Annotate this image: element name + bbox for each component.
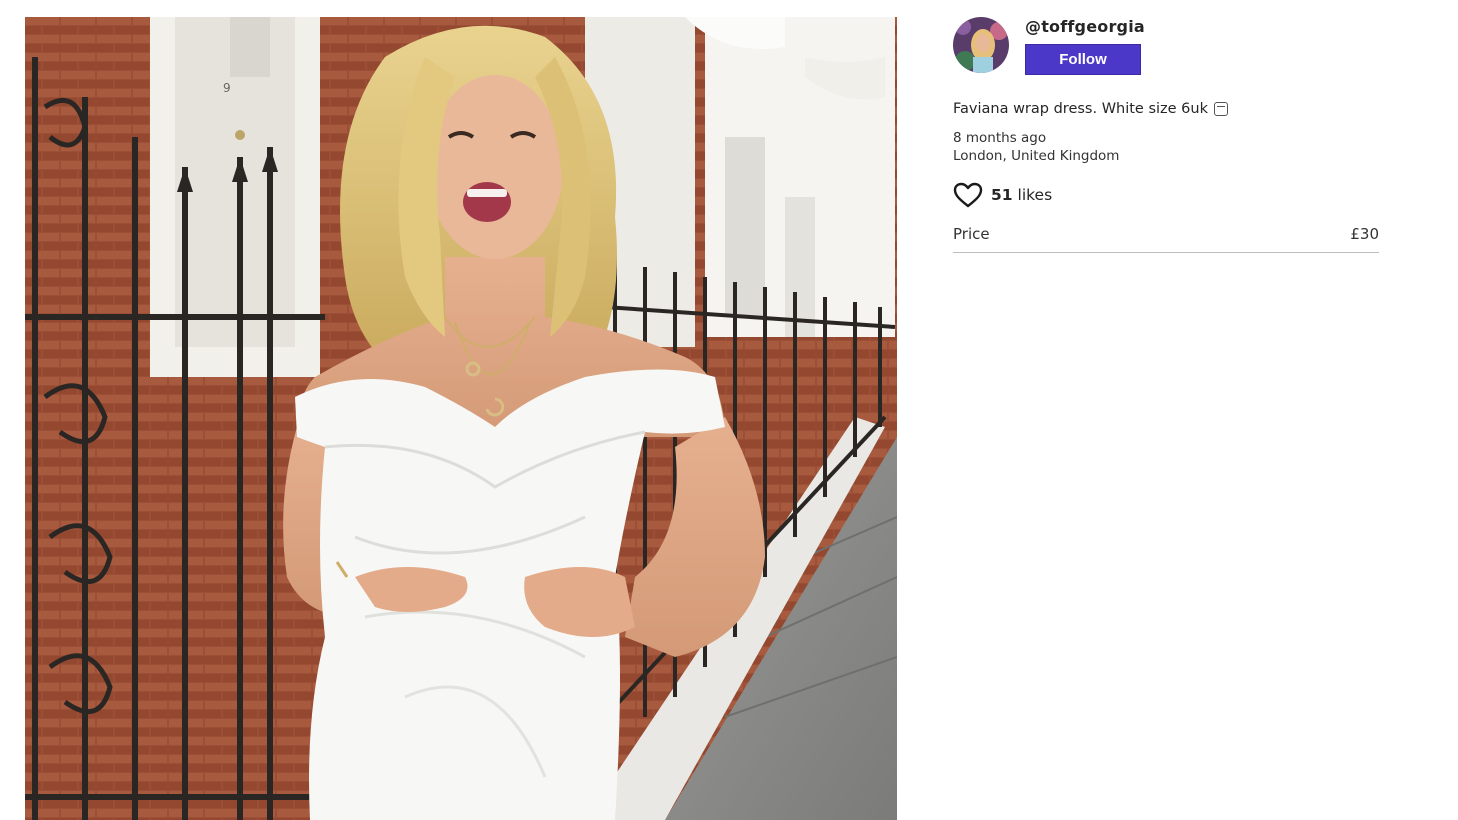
seller-avatar[interactable] [953,17,1009,73]
svg-text:9: 9 [223,81,231,95]
price-row: Price £30 [953,225,1379,253]
likes-row: 51 likes [953,181,1379,209]
likes-label: likes [1017,186,1053,204]
seller-username[interactable]: @toffgeorgia [1025,17,1145,36]
listing-description: Faviana wrap dress. White size 6uk [953,101,1379,117]
heart-icon[interactable] [953,181,983,209]
listing-page: 9 @toffgeorgia Follow Faviana wrap dress… [0,0,1458,820]
seller-row: @toffgeorgia Follow [953,17,1379,77]
listing-photo[interactable]: 9 [25,17,897,820]
description-text: Faviana wrap dress. White size 6uk [953,101,1208,117]
price-value: £30 [1350,225,1379,243]
listing-meta: 8 months ago London, United Kingdom [953,129,1379,165]
price-label: Price [953,225,990,243]
likes-count: 51 [991,186,1013,204]
clock-emoji-icon [1214,102,1228,116]
listing-details: @toffgeorgia Follow Faviana wrap dress. … [953,17,1379,253]
follow-button[interactable]: Follow [1025,44,1141,75]
posted-time: 8 months ago [953,130,1047,146]
listing-location[interactable]: London, United Kingdom [953,147,1379,165]
